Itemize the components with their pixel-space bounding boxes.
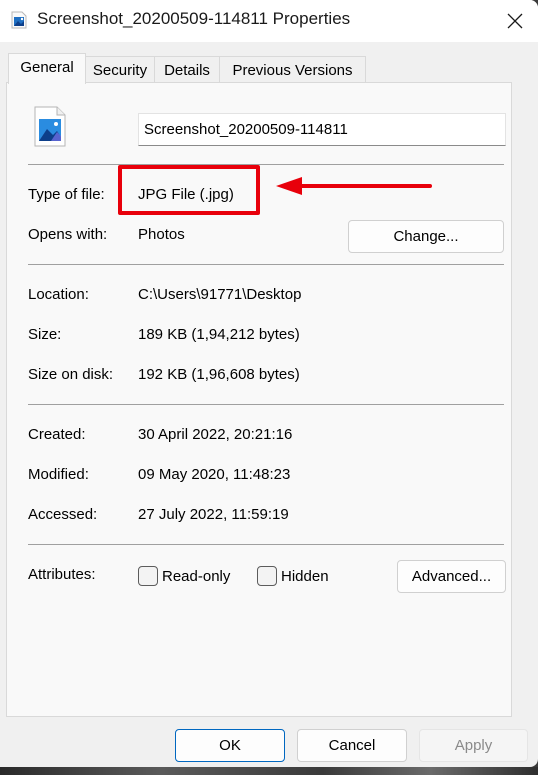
image-file-icon [11,11,27,29]
opens-with-label: Opens with: [28,226,108,243]
opens-with-value: Photos [138,226,185,243]
separator [28,164,504,165]
tab-security[interactable]: Security [85,56,155,83]
separator [28,404,504,405]
read-only-label[interactable]: Read-only [162,568,230,585]
accessed-value: 27 July 2022, 11:59:19 [138,506,289,523]
tab-previous-versions[interactable]: Previous Versions [219,56,366,83]
size-on-disk-value: 192 KB (1,96,608 bytes) [138,366,300,383]
created-label: Created: [28,426,86,443]
hidden-checkbox[interactable] [257,566,277,586]
advanced-button[interactable]: Advanced... [397,560,506,593]
size-label: Size: [28,326,62,343]
location-value: C:\Users\91771\Desktop [138,286,302,303]
modified-value: 09 May 2020, 11:48:23 [138,466,291,483]
separator [28,544,504,545]
apply-button: Apply [419,729,528,762]
general-panel [6,82,512,717]
file-name-input[interactable] [138,113,506,146]
location-label: Location: [28,286,89,303]
tab-details[interactable]: Details [154,56,220,83]
change-button[interactable]: Change... [348,220,504,253]
desktop-background [0,767,538,775]
cancel-button[interactable]: Cancel [297,729,407,762]
close-icon [507,13,523,29]
close-button[interactable] [492,0,538,42]
attributes-label: Attributes: [28,566,96,583]
ok-button[interactable]: OK [175,729,285,762]
read-only-checkbox[interactable] [138,566,158,586]
separator [28,264,504,265]
image-file-icon [34,106,66,147]
modified-label: Modified: [28,466,89,483]
title-bar: Screenshot_20200509-114811 Properties [0,0,538,42]
type-of-file-value: JPG File (.jpg) [138,186,234,203]
type-of-file-label: Type of file: [28,186,105,203]
size-value: 189 KB (1,94,212 bytes) [138,326,300,343]
tab-general[interactable]: General [8,53,86,84]
hidden-label[interactable]: Hidden [281,568,329,585]
accessed-label: Accessed: [28,506,98,523]
created-value: 30 April 2022, 20:21:16 [138,426,293,443]
size-on-disk-label: Size on disk: [28,366,114,383]
window-title: Screenshot_20200509-114811 Properties [37,9,351,28]
properties-dialog: Screenshot_20200509-114811 Properties Ge… [0,0,538,767]
